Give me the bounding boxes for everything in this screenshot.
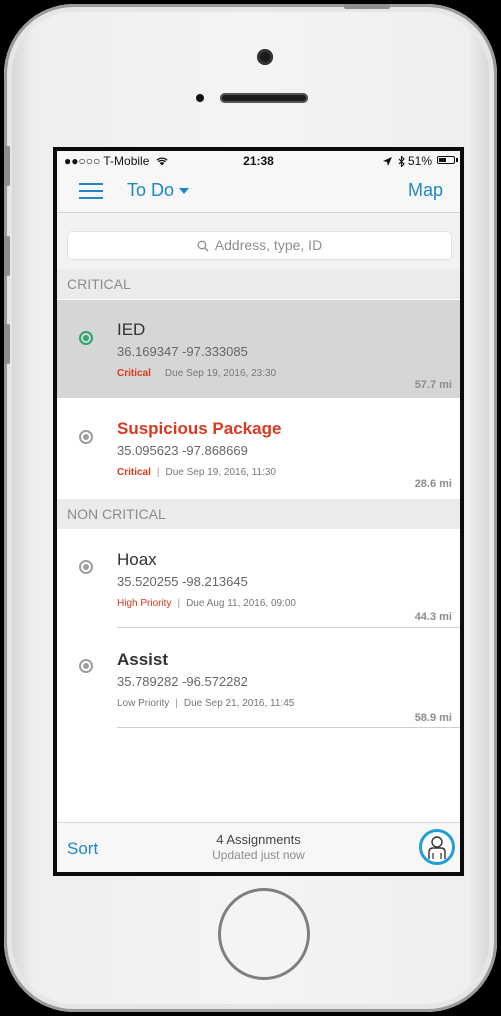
due-date: Due Sep 19, 2016, 23:30 xyxy=(164,368,277,379)
row-divider xyxy=(117,727,460,728)
radio-icon[interactable] xyxy=(79,430,93,444)
separator: | xyxy=(156,467,160,478)
assignment-title: Hoax xyxy=(117,550,157,569)
assignment-meta: Critical | Due Sep 19, 2016, 11:30 xyxy=(117,467,276,478)
status-bar: ●●○○○ T-Mobile 21:38 51% xyxy=(57,151,460,169)
battery-icon xyxy=(437,156,455,164)
power-button xyxy=(344,4,390,9)
radio-icon[interactable] xyxy=(79,659,93,673)
assignment-title: Assist xyxy=(117,650,169,669)
assignment-row[interactable]: IED 36.169347 -97.333085 Critical Due Sep… xyxy=(57,300,460,398)
separator: | xyxy=(177,598,181,609)
home-button[interactable] xyxy=(218,888,310,980)
distance-label: 57.7 mi xyxy=(414,379,452,391)
distance-label: 28.6 mi xyxy=(414,478,452,490)
assignment-coords: 35.520255 -98.213645 xyxy=(117,574,248,589)
assignment-meta: Low Priority | Due Sep 21, 2016, 11:45 xyxy=(117,698,294,709)
list-filter-dropdown[interactable]: To Do xyxy=(127,180,190,201)
bluetooth-icon xyxy=(398,155,405,169)
hamburger-menu-icon[interactable] xyxy=(79,183,103,199)
caret-down-icon xyxy=(179,188,190,195)
search-icon xyxy=(197,240,209,252)
updated-status: Updated just now xyxy=(212,848,305,862)
earpiece-speaker xyxy=(220,93,308,103)
assignment-coords: 36.169347 -97.333085 xyxy=(117,344,248,359)
location-arrow-icon xyxy=(383,157,393,167)
due-date: Due Sep 19, 2016, 11:30 xyxy=(165,467,276,478)
volume-up-button xyxy=(4,236,10,276)
navigation-bar: To Do Map xyxy=(57,169,460,213)
bottom-toolbar: Sort 4 Assignments Updated just now xyxy=(57,822,460,872)
priority-label: Critical xyxy=(117,467,151,478)
user-profile-icon[interactable] xyxy=(419,829,455,865)
search-placeholder: Address, type, ID xyxy=(214,237,323,253)
assignment-row[interactable]: Assist 35.789282 -96.572282 Low Priority… xyxy=(57,628,460,726)
mute-switch xyxy=(4,146,10,186)
proximity-sensor xyxy=(196,94,204,102)
priority-label: High Priority xyxy=(117,598,172,609)
assignment-row[interactable]: Suspicious Package 35.095623 -97.868669 … xyxy=(57,399,460,497)
map-button[interactable]: Map xyxy=(408,180,443,201)
priority-label: Low Priority xyxy=(117,698,170,709)
distance-label: 44.3 mi xyxy=(414,611,452,623)
assignment-meta: High Priority | Due Aug 11, 2016, 09:00 xyxy=(117,598,296,609)
section-header-non-critical: NON CRITICAL xyxy=(57,499,460,529)
status-right: 51% xyxy=(383,154,432,169)
radio-icon[interactable] xyxy=(79,560,93,574)
phone-screen: ●●○○○ T-Mobile 21:38 51% To Do Map Addre… xyxy=(53,147,464,876)
assignment-title: IED xyxy=(117,320,146,339)
section-header-critical: CRITICAL xyxy=(57,269,460,299)
search-input[interactable]: Address, type, ID xyxy=(67,231,452,260)
assignment-title: Suspicious Package xyxy=(117,419,282,438)
assignment-meta: Critical Due Sep 19, 2016, 23:30 xyxy=(117,368,276,379)
search-area: Address, type, ID xyxy=(57,213,460,269)
assignment-coords: 35.095623 -97.868669 xyxy=(117,443,248,458)
volume-down-button xyxy=(4,324,10,364)
selected-radio-icon[interactable] xyxy=(79,331,93,345)
assignment-row[interactable]: Hoax 35.520255 -98.213645 High Priority |… xyxy=(57,530,460,628)
distance-label: 58.9 mi xyxy=(414,712,452,724)
nav-title: To Do xyxy=(127,180,175,200)
due-date: Due Aug 11, 2016, 09:00 xyxy=(186,598,296,609)
person-icon xyxy=(428,836,446,859)
separator: | xyxy=(175,698,178,709)
battery-percent: 51% xyxy=(407,154,432,168)
due-date: Due Sep 21, 2016, 11:45 xyxy=(183,698,295,709)
front-camera xyxy=(257,49,273,65)
assignment-summary: 4 Assignments Updated just now xyxy=(57,832,460,862)
assignment-coords: 35.789282 -96.572282 xyxy=(117,674,248,689)
battery-tip xyxy=(456,158,458,162)
priority-label: Critical xyxy=(117,368,151,379)
assignment-count: 4 Assignments xyxy=(216,832,301,847)
battery-level xyxy=(439,158,446,162)
